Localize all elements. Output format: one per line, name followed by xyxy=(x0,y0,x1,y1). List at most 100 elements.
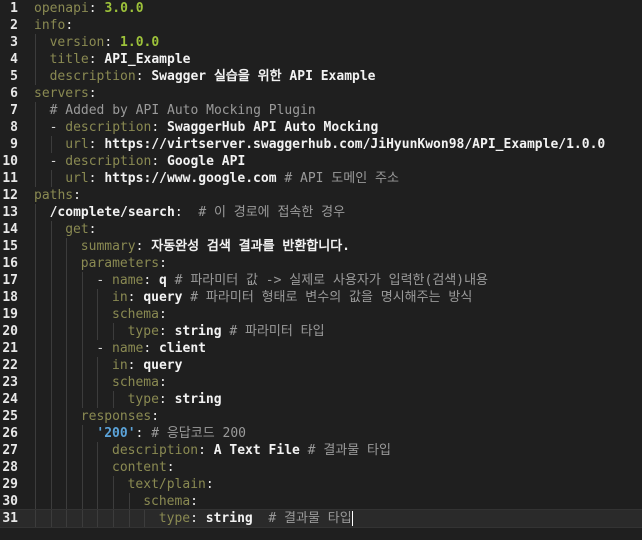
indent-guide xyxy=(50,425,52,442)
code-line[interactable]: 22 in: query xyxy=(0,357,642,374)
yaml-key: name xyxy=(112,341,144,356)
code-text[interactable]: url: https://www.google.com # API 도메인 주소 xyxy=(65,170,399,187)
code-line[interactable]: 10 - description: Google API xyxy=(0,153,642,170)
code-text[interactable]: - name: client xyxy=(96,340,206,357)
code-text[interactable]: # Added by API Auto Mocking Plugin xyxy=(50,102,316,119)
code-text[interactable]: schema: xyxy=(143,493,198,510)
code-line[interactable]: 16 parameters: xyxy=(0,255,642,272)
code-line[interactable]: 8 - description: SwaggerHub API Auto Mock… xyxy=(0,119,642,136)
code-line[interactable]: 5 description: Swagger 실습을 위한 API Example xyxy=(0,68,642,85)
code-line[interactable]: 26 '200': # 응답코드 200 xyxy=(0,425,642,442)
code-line[interactable]: 13/complete/search: # 이 경로에 접속한 경우 xyxy=(0,204,642,221)
indent-guide xyxy=(66,306,68,323)
punctuation: : xyxy=(88,137,105,152)
code-text[interactable]: type: string # 결과물 타입 xyxy=(159,510,353,527)
punctuation: : xyxy=(88,1,105,16)
code-line[interactable]: 3 version: 1.0.0 xyxy=(0,34,642,51)
code-text[interactable]: servers: xyxy=(34,85,97,102)
indent-guide xyxy=(66,323,68,340)
indent-guide xyxy=(35,119,36,136)
code-text[interactable]: description: Swagger 실습을 위한 API Example xyxy=(50,68,376,85)
line-number: 25 xyxy=(2,409,18,424)
code-line[interactable]: 31 type: string # 결과물 타입 xyxy=(0,509,642,528)
punctuation: : xyxy=(143,273,160,288)
code-line[interactable]: 14 get: xyxy=(0,221,642,238)
punctuation xyxy=(253,511,269,526)
indent-guide xyxy=(50,493,52,510)
code-line[interactable]: 7 # Added by API Auto Mocking Plugin xyxy=(0,102,642,119)
code-text[interactable]: openapi: 3.0.0 xyxy=(34,0,144,17)
code-line[interactable]: 11 url: https://www.google.com # API 도메인 … xyxy=(0,170,642,187)
line-number: 26 xyxy=(2,426,18,441)
punctuation: : xyxy=(127,358,144,373)
yaml-comment: # 파라미터 타입 xyxy=(229,324,325,339)
code-line[interactable]: 20 type: string # 파라미터 타입 xyxy=(0,323,642,340)
code-line[interactable]: 4 title: API_Example xyxy=(0,51,642,68)
punctuation: : xyxy=(135,69,152,84)
code-text[interactable]: - description: Google API xyxy=(50,153,246,170)
code-line[interactable]: 2 info: xyxy=(0,17,642,34)
punctuation: : xyxy=(158,324,175,339)
code-line[interactable]: 25 responses: xyxy=(0,408,642,425)
yaml-value: 자동완성 검색 결과를 반환합니다. xyxy=(151,239,350,254)
code-line[interactable]: 17 - name: q # 파라미터 값 -> 실제로 사용자가 입력한(검색)… xyxy=(0,272,642,289)
indent-guide xyxy=(66,493,68,510)
code-line[interactable]: 18 in: query # 파라미터 형태로 변수의 값을 명시해주는 방식 xyxy=(0,289,642,306)
code-line[interactable]: 24 type: string xyxy=(0,391,642,408)
code-text[interactable]: get: xyxy=(65,221,96,238)
code-line[interactable]: 30 schema: xyxy=(0,493,642,510)
yaml-value: /complete/search xyxy=(49,205,175,220)
indent-guide xyxy=(50,136,52,153)
punctuation: : xyxy=(88,86,97,101)
punctuation: : xyxy=(104,35,121,50)
code-text[interactable]: in: query xyxy=(112,357,182,374)
code-text[interactable]: type: string xyxy=(128,391,222,408)
code-text[interactable]: /complete/search: # 이 경로에 접속한 경우 xyxy=(50,204,346,221)
code-lines[interactable]: 1 openapi: 3.0.0 2 info: 3 version: 1.0.0 4 tit… xyxy=(0,0,642,528)
line-number: 9 xyxy=(10,137,18,152)
code-text[interactable]: paths: xyxy=(34,187,81,204)
code-text[interactable]: description: A Text File # 결과물 타입 xyxy=(112,442,391,459)
code-line[interactable]: 6 servers: xyxy=(0,85,642,102)
yaml-key: paths xyxy=(34,188,74,203)
yaml-key: description xyxy=(65,120,152,135)
code-text[interactable]: content: xyxy=(112,459,175,476)
code-text[interactable]: summary: 자동완성 검색 결과를 반환합니다. xyxy=(81,238,350,255)
indent-guide xyxy=(50,357,52,374)
code-text[interactable]: - name: q # 파라미터 값 -> 실제로 사용자가 입력한(검색)내용 xyxy=(96,272,488,289)
indent-guide xyxy=(35,493,36,510)
code-line[interactable]: 23 schema: xyxy=(0,374,642,391)
code-text[interactable]: in: query # 파라미터 형태로 변수의 값을 명시해주는 방식 xyxy=(112,289,472,306)
code-line[interactable]: 9 url: https://virtserver.swaggerhub.com/… xyxy=(0,136,642,153)
code-line[interactable]: 28 content: xyxy=(0,459,642,476)
code-text[interactable]: text/plain: xyxy=(128,476,214,493)
indent-guide xyxy=(35,204,36,221)
code-line[interactable]: 15 summary: 자동완성 검색 결과를 반환합니다. xyxy=(0,238,642,255)
punctuation: : xyxy=(65,18,74,33)
code-text[interactable]: type: string # 파라미터 타입 xyxy=(128,323,325,340)
code-text[interactable]: title: API_Example xyxy=(50,51,191,68)
code-text[interactable]: url: https://virtserver.swaggerhub.com/J… xyxy=(65,136,605,153)
indent-guide xyxy=(35,255,36,272)
code-text[interactable]: info: xyxy=(34,17,73,34)
code-line[interactable]: 27 description: A Text File # 결과물 타입 xyxy=(0,442,642,459)
code-text[interactable]: - description: SwaggerHub API Auto Mocki… xyxy=(50,119,379,136)
code-text[interactable]: schema: xyxy=(112,374,167,391)
yaml-value: https://virtserver.swaggerhub.com/JiHyun… xyxy=(104,137,606,152)
code-text[interactable]: responses: xyxy=(81,408,159,425)
code-text[interactable]: version: 1.0.0 xyxy=(50,34,160,51)
code-text[interactable]: schema: xyxy=(112,306,167,323)
punctuation: : xyxy=(198,443,214,458)
indent-guide xyxy=(81,272,83,289)
code-line[interactable]: 29 text/plain: xyxy=(0,476,642,493)
indent-guide xyxy=(97,510,99,527)
code-line[interactable]: 21 - name: client xyxy=(0,340,642,357)
code-editor[interactable]: 1 openapi: 3.0.0 2 info: 3 version: 1.0.0 4 tit… xyxy=(0,0,642,540)
code-text[interactable]: parameters: xyxy=(81,255,167,272)
code-line[interactable]: 12 paths: xyxy=(0,187,642,204)
code-text[interactable]: '200': # 응답코드 200 xyxy=(96,425,246,442)
code-line[interactable]: 1 openapi: 3.0.0 xyxy=(0,0,642,17)
indent-guide xyxy=(97,289,99,306)
code-line[interactable]: 19 schema: xyxy=(0,306,642,323)
yaml-key: url xyxy=(65,137,89,152)
